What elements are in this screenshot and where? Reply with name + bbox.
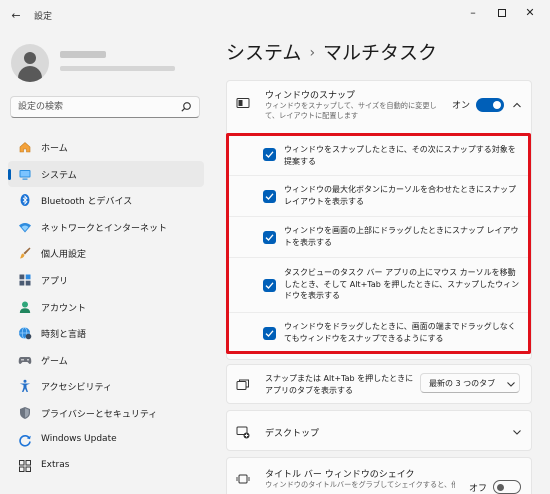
avatar: [11, 44, 49, 82]
sidebar-item-bluetooth[interactable]: Bluetooth とデバイス: [8, 187, 204, 214]
update-icon: [19, 434, 31, 447]
accessibility-icon: [19, 380, 31, 393]
minimize-button[interactable]: –: [461, 5, 485, 21]
snap-toggle[interactable]: [476, 98, 504, 112]
title-bar-shake-card: タイトル バー ウィンドウのシェイク ウィンドウのタイトルバーをグラブしてシェイ…: [226, 457, 532, 494]
tabs-icon: [236, 379, 249, 390]
settings-search-box[interactable]: [10, 96, 200, 118]
bluetooth-icon: [20, 194, 30, 207]
search-icon[interactable]: [180, 101, 192, 113]
sidebar-item-label: アプリ: [41, 276, 69, 287]
sidebar-nav: ホーム システム Bluetooth とデバイス ネットワークとインターネット …: [8, 134, 204, 480]
search-input[interactable]: [18, 100, 178, 114]
sidebar-item-privacy[interactable]: プライバシーとセキュリティ: [8, 400, 204, 427]
sidebar-item-extras[interactable]: Extras: [8, 453, 204, 480]
wifi-icon: [19, 222, 31, 233]
sidebar-item-label: ゲーム: [41, 356, 68, 367]
alt-tab-label: スナップまたは Alt+Tab を押したときにアプリのタブを表示する: [265, 374, 414, 395]
breadcrumb-current: マルチタスク: [323, 42, 438, 64]
sidebar-item-label: Extras: [41, 460, 70, 471]
gamepad-icon: [18, 356, 32, 364]
extras-icon: [19, 460, 31, 473]
shake-toggle-label: オフ: [469, 484, 488, 494]
sidebar-item-gaming[interactable]: ゲーム: [8, 347, 204, 374]
account-icon: [19, 301, 31, 313]
maximize-button[interactable]: [490, 5, 514, 21]
chevron-up-icon[interactable]: [512, 100, 522, 110]
sidebar-item-windows-update[interactable]: Windows Update: [8, 427, 204, 454]
shake-title: タイトル バー ウィンドウのシェイク: [265, 470, 415, 480]
sidebar-item-apps[interactable]: アプリ: [8, 267, 204, 294]
sidebar-item-label: プライバシーとセキュリティ: [41, 409, 158, 420]
snap-window-icon: [236, 98, 250, 108]
page-title: システム › マルチタスク: [226, 38, 437, 65]
sidebar-item-time-language[interactable]: 時刻と言語: [8, 320, 204, 347]
close-button[interactable]: ✕: [518, 5, 542, 21]
desktops-card[interactable]: デスクトップ: [226, 410, 532, 451]
dropdown-value: 最新の 3 つのタブ: [429, 379, 496, 388]
sidebar-item-label: システム: [41, 170, 77, 181]
sidebar-item-label: 個人用設定: [41, 250, 87, 261]
alt-tab-dropdown[interactable]: 最新の 3 つのタブ: [420, 373, 520, 393]
profile-email-redacted: [60, 66, 175, 71]
profile-name-redacted: [60, 51, 106, 58]
shake-description: ウィンドウのタイトルバーをグラブしてシェイクすると、他のすべて: [265, 480, 455, 489]
shield-icon: [20, 406, 30, 419]
sidebar-item-system[interactable]: システム: [8, 160, 204, 188]
chevron-down-icon[interactable]: [512, 427, 522, 437]
sidebar-item-label: アカウント: [41, 303, 87, 314]
sidebar-item-label: 時刻と言語: [41, 330, 87, 341]
sidebar-item-label: アクセシビリティ: [41, 383, 113, 394]
sidebar-item-label: Bluetooth とデバイス: [41, 197, 133, 208]
sidebar-item-home[interactable]: ホーム: [8, 134, 204, 161]
desktops-title: デスクトップ: [265, 429, 320, 439]
breadcrumb-separator: ›: [309, 45, 316, 61]
sidebar-item-accessibility[interactable]: アクセシビリティ: [8, 373, 204, 400]
snap-toggle-label: オン: [452, 101, 471, 111]
system-icon: [19, 169, 31, 180]
chevron-down-icon: [507, 382, 515, 387]
breadcrumb-parent[interactable]: システム: [226, 42, 301, 64]
home-icon: [19, 142, 31, 153]
title-bar: ← 設定 – ✕: [0, 0, 550, 32]
sidebar-item-network[interactable]: ネットワークとインターネット: [8, 214, 204, 241]
highlight-annotation: [226, 133, 531, 354]
maximize-icon: [498, 9, 506, 17]
snap-description: ウィンドウをスナップして、サイズを自動的に変更して、レイアウトに配置します: [265, 101, 437, 120]
sidebar-item-personalization[interactable]: 個人用設定: [8, 240, 204, 267]
shake-toggle[interactable]: [493, 480, 521, 494]
desktop-add-icon: [236, 426, 250, 439]
brush-icon: [20, 247, 31, 259]
shake-window-icon: [236, 474, 250, 484]
sidebar-item-label: Windows Update: [41, 433, 117, 444]
app-title: 設定: [34, 12, 53, 22]
sidebar-item-accounts[interactable]: アカウント: [8, 294, 204, 321]
back-button[interactable]: ←: [8, 8, 24, 24]
snap-title: ウィンドウのスナップ: [265, 91, 356, 101]
sidebar-item-label: ネットワークとインターネット: [41, 223, 168, 234]
sidebar-item-label: ホーム: [41, 144, 68, 154]
globe-clock-icon: [19, 327, 32, 340]
apps-icon: [19, 274, 31, 286]
